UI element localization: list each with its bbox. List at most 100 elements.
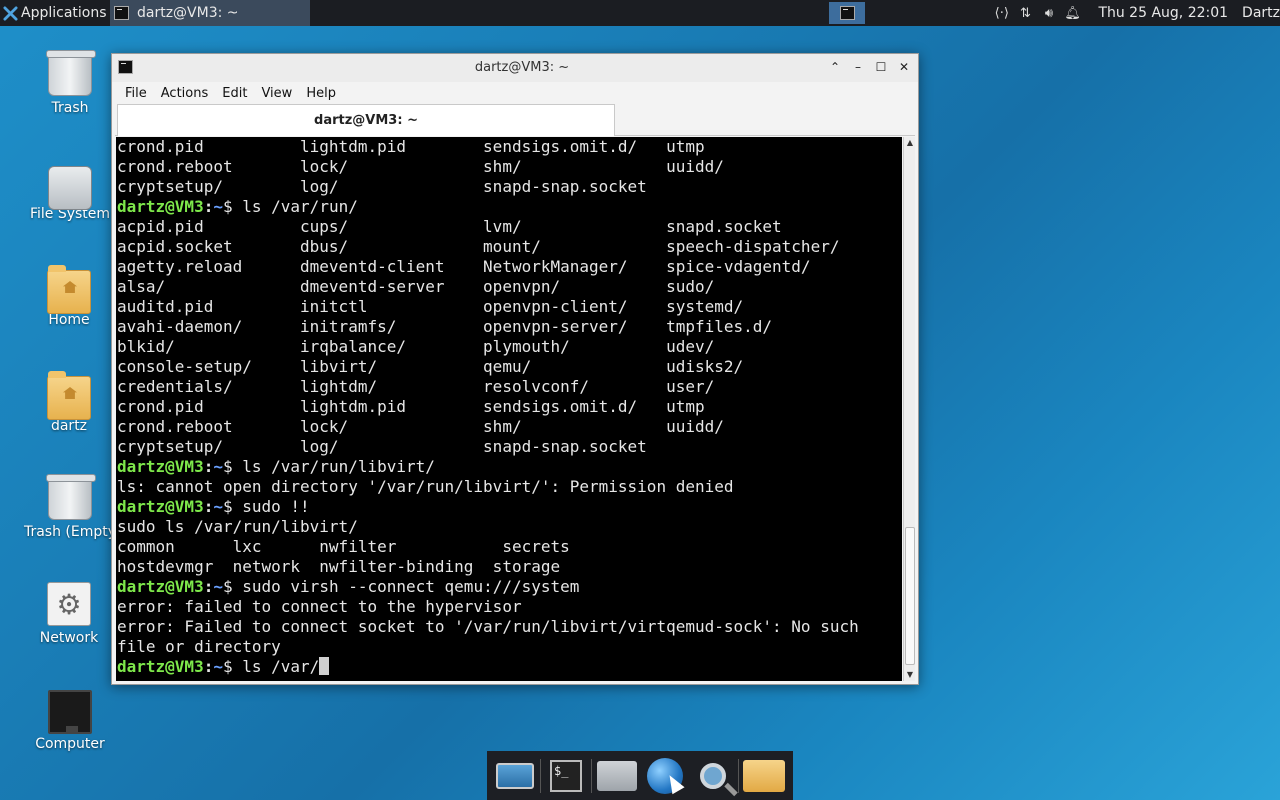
dock-terminal[interactable]: $_ bbox=[542, 754, 590, 798]
desktop-icon-file-system[interactable]: File System bbox=[18, 158, 122, 222]
desktop-icon-home[interactable]: Home bbox=[17, 264, 121, 328]
prompt-colon: : bbox=[203, 197, 214, 216]
menu-view[interactable]: View bbox=[254, 86, 299, 101]
menu-edit[interactable]: Edit bbox=[215, 86, 254, 101]
close-button[interactable]: ✕ bbox=[895, 58, 913, 76]
terminal-output-line: auditd.pid initctl openvpn-client/ syste… bbox=[117, 297, 744, 316]
window-title: dartz@VM3: ~ bbox=[474, 60, 570, 75]
desktop-icon-label: Trash bbox=[51, 100, 89, 116]
terminal-output-line: crond.pid lightdm.pid sendsigs.omit.d/ u… bbox=[117, 397, 705, 416]
tab-terminal[interactable]: dartz@VM3: ~ bbox=[117, 104, 615, 136]
volume-icon[interactable]: 🔊︎ bbox=[1037, 6, 1061, 21]
terminal-output-line: crond.reboot lock/ shm/ uuidd/ bbox=[117, 417, 724, 436]
minimize-button[interactable]: – bbox=[849, 58, 867, 76]
terminal-output-line: blkid/ irqbalance/ plymouth/ udev/ bbox=[117, 337, 715, 356]
network-icon[interactable]: ⟨·⟩ bbox=[990, 6, 1014, 21]
terminal-output-line: crond.pid lightdm.pid sendsigs.omit.d/ u… bbox=[117, 137, 705, 156]
monitor-icon bbox=[48, 690, 92, 734]
notification-bell-icon[interactable]: 🔔︎ bbox=[1061, 6, 1085, 21]
dock-folder[interactable] bbox=[740, 754, 788, 798]
prompt-user: dartz@VM3 bbox=[117, 577, 204, 596]
clock[interactable]: Thu 25 Aug, 22:01 bbox=[1098, 5, 1228, 21]
dock-show-desktop[interactable] bbox=[491, 754, 539, 798]
gear-icon: ⚙ bbox=[47, 582, 91, 626]
shade-button[interactable]: ⌃ bbox=[826, 58, 844, 76]
prompt-path: ~ bbox=[213, 497, 223, 516]
dock-separator bbox=[738, 758, 739, 793]
terminal-output-line: cryptsetup/ log/ snapd-snap.socket bbox=[117, 437, 647, 456]
terminal-output[interactable]: crond.pid lightdm.pid sendsigs.omit.d/ u… bbox=[116, 137, 902, 681]
web-browser-icon bbox=[647, 757, 683, 794]
terminal-output-line: error: failed to connect to the hypervis… bbox=[117, 597, 522, 616]
terminal-output-line: acpid.socket dbus/ mount/ speech-dispatc… bbox=[117, 237, 840, 256]
desktop-icon-label: dartz bbox=[50, 418, 88, 434]
dock-separator bbox=[591, 758, 592, 793]
prompt-user: dartz@VM3 bbox=[117, 457, 204, 476]
dock-search[interactable] bbox=[689, 754, 737, 798]
applications-menu[interactable]: Applications bbox=[0, 0, 110, 26]
terminal-command-line: dartz@VM3:~$ ls /var/run/libvirt/ bbox=[117, 457, 902, 477]
disk-icon bbox=[48, 166, 92, 210]
taskbar-terminal-button[interactable]: dartz@VM3: ~ bbox=[110, 0, 310, 26]
desktop-icon-computer[interactable]: Computer bbox=[18, 688, 122, 752]
terminal-window: dartz@VM3: ~ ⌃ – ☐ ✕ File Actions Edit V… bbox=[111, 53, 919, 685]
terminal-output-line: sudo ls /var/run/libvirt/ bbox=[117, 517, 358, 536]
file-manager-icon bbox=[597, 760, 637, 791]
terminal-command-line: dartz@VM3:~$ ls /var/ bbox=[117, 657, 902, 677]
terminal-output-line: error: Failed to connect socket to '/var… bbox=[117, 617, 859, 636]
trash-icon bbox=[46, 50, 96, 96]
menu-actions[interactable]: Actions bbox=[154, 86, 216, 101]
prompt-colon: : bbox=[203, 577, 214, 596]
menu-help[interactable]: Help bbox=[299, 86, 343, 101]
scrollbar-thumb[interactable] bbox=[905, 527, 915, 665]
maximize-button[interactable]: ☐ bbox=[872, 58, 890, 76]
desktop-icon-trash-empty[interactable]: Trash (Empty bbox=[18, 474, 122, 540]
xfce-logo-icon bbox=[3, 5, 18, 21]
system-tray: ⟨·⟩ ⇅ 🔊︎ 🔔︎ Thu 25 Aug, 22:01 Dartz bbox=[990, 0, 1280, 26]
desktop-icon-dartz[interactable]: dartz bbox=[17, 370, 121, 434]
scroll-down-arrow-icon[interactable]: ▼ bbox=[904, 669, 916, 681]
prompt-user: dartz@VM3 bbox=[117, 657, 204, 676]
terminal-output-line: ls: cannot open directory '/var/run/libv… bbox=[117, 477, 734, 496]
terminal-icon: $_ bbox=[550, 759, 582, 792]
desktop-icon-label: Computer bbox=[35, 736, 105, 752]
desktop-icon-trash[interactable]: Trash bbox=[18, 50, 122, 116]
taskbar-terminal-title: dartz@VM3: ~ bbox=[137, 5, 239, 21]
terminal-output-line: crond.reboot lock/ shm/ uuidd/ bbox=[117, 157, 724, 176]
desktop-icon-label: Trash (Empty bbox=[23, 524, 117, 540]
command-text: $ sudo !! bbox=[222, 497, 310, 516]
scrollbar[interactable]: ▲ ▼ bbox=[903, 137, 915, 681]
dock-file-manager[interactable] bbox=[593, 754, 641, 798]
terminal-output-line: acpid.pid cups/ lvm/ snapd.socket bbox=[117, 217, 782, 236]
command-text: $ ls /var/run/ bbox=[222, 197, 358, 216]
prompt-user: dartz@VM3 bbox=[117, 497, 204, 516]
applications-label: Applications bbox=[21, 5, 107, 21]
terminal-icon bbox=[839, 6, 855, 20]
terminal-icon bbox=[114, 6, 129, 20]
prompt-colon: : bbox=[203, 657, 214, 676]
user-menu[interactable]: Dartz bbox=[1242, 5, 1280, 21]
disk-icon-wrap bbox=[48, 158, 92, 210]
terminal-output-line: console-setup/ libvirt/ qemu/ udisks2/ bbox=[117, 357, 744, 376]
screen-icon bbox=[496, 762, 534, 789]
home-folder-icon bbox=[47, 371, 91, 420]
command-text: $ sudo virsh --connect qemu:///system bbox=[222, 577, 580, 596]
workspace-switcher[interactable] bbox=[829, 2, 865, 24]
dock-web-browser[interactable] bbox=[641, 754, 689, 798]
prompt-colon: : bbox=[203, 457, 214, 476]
terminal-command-line: dartz@VM3:~$ sudo virsh --connect qemu:/… bbox=[117, 577, 902, 597]
desktop-icon-label: Home bbox=[48, 312, 90, 328]
menu-file[interactable]: File bbox=[118, 86, 154, 101]
prompt-path: ~ bbox=[213, 577, 223, 596]
trash-icon bbox=[46, 474, 96, 520]
top-panel: Applications dartz@VM3: ~ ⟨·⟩ ⇅ 🔊︎ 🔔︎ Th… bbox=[0, 0, 1280, 26]
scroll-up-arrow-icon[interactable]: ▲ bbox=[904, 137, 916, 149]
terminal-command-line: dartz@VM3:~$ ls /var/run/ bbox=[117, 197, 902, 217]
text-cursor bbox=[319, 657, 330, 675]
transfer-arrows-icon[interactable]: ⇅ bbox=[1014, 6, 1038, 21]
desktop-icon-network[interactable]: ⚙ Network bbox=[17, 582, 121, 646]
window-titlebar[interactable]: dartz@VM3: ~ ⌃ – ☐ ✕ bbox=[112, 54, 918, 82]
folder-icon bbox=[743, 759, 785, 792]
terminal-output-line: credentials/ lightdm/ resolvconf/ user/ bbox=[117, 377, 715, 396]
house-icon bbox=[63, 281, 77, 293]
